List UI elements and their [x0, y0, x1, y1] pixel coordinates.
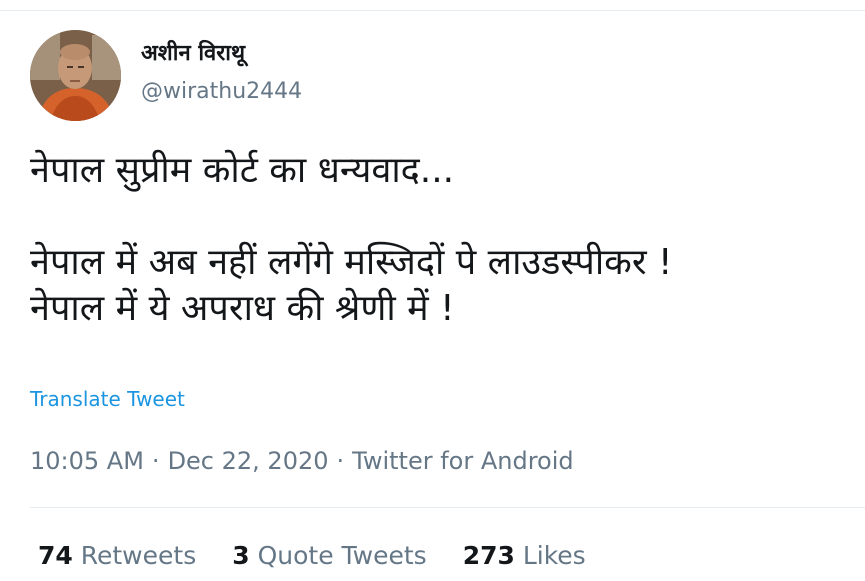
stats-top-divider: [30, 507, 865, 508]
tweet-date[interactable]: Dec 22, 2020: [168, 446, 329, 476]
author-display-name[interactable]: अशीन विराथू: [141, 40, 245, 68]
meta-separator: ·: [336, 447, 345, 475]
engagement-stats: 74 Retweets 3 Quote Tweets 273 Likes: [38, 540, 622, 572]
retweets-stat[interactable]: 74 Retweets: [38, 540, 196, 572]
quote-tweets-stat[interactable]: 3 Quote Tweets: [232, 540, 426, 572]
tweet-line-gap: [30, 194, 850, 240]
tweet-text: नेपाल सुप्रीम कोर्ट का धन्यवाद... नेपाल …: [30, 148, 850, 332]
quote-tweets-label: Quote Tweets: [257, 541, 427, 570]
quote-tweets-count: 3: [232, 541, 250, 570]
profile-photo-icon: [30, 30, 121, 121]
tweet-source-link[interactable]: Twitter for Android: [352, 446, 573, 476]
avatar[interactable]: [30, 30, 121, 121]
tweet-line-2: नेपाल में अब नहीं लगेंगे मस्जिदों पे लाउ…: [30, 242, 673, 283]
tweet-time[interactable]: 10:05 AM: [30, 446, 144, 476]
tweet-line-1: नेपाल सुप्रीम कोर्ट का धन्यवाद...: [30, 150, 455, 191]
likes-label: Likes: [522, 541, 586, 570]
tweet-meta: 10:05 AM · Dec 22, 2020 · Twitter for Androi…: [30, 446, 574, 476]
likes-stat[interactable]: 273 Likes: [463, 540, 586, 572]
translate-tweet-link[interactable]: Translate Tweet: [30, 386, 185, 412]
retweets-count: 74: [38, 541, 73, 570]
meta-separator: ·: [151, 447, 160, 475]
retweets-label: Retweets: [80, 541, 197, 570]
author-handle[interactable]: @wirathu2444: [141, 78, 302, 106]
tweet-line-3: नेपाल में ये अपराध की श्रेणी में !: [30, 288, 455, 329]
likes-count: 273: [462, 541, 515, 570]
top-divider: [0, 0, 865, 11]
